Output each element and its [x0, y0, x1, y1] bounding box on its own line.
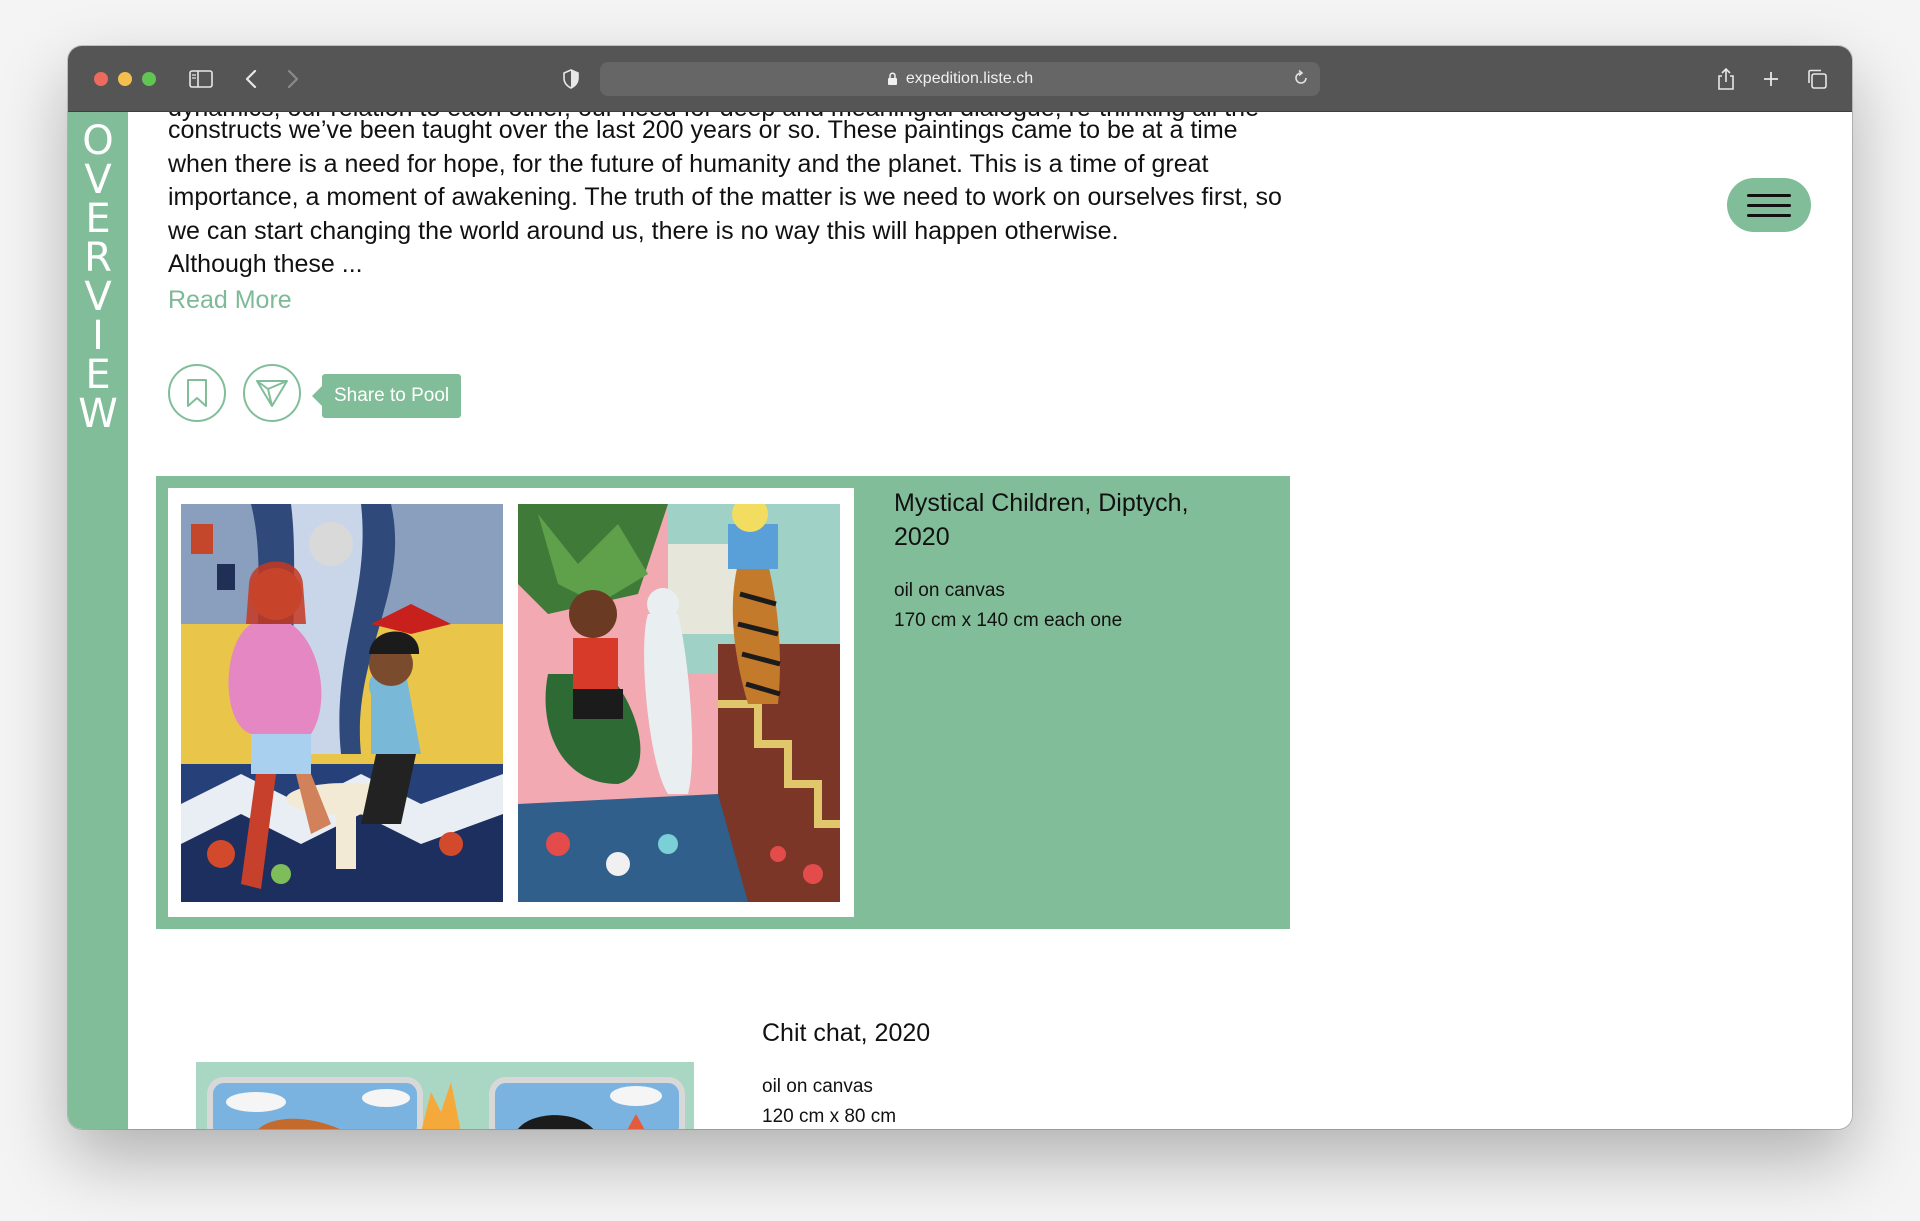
artwork-medium: oil on canvas — [894, 580, 1005, 601]
overview-letter: I — [92, 313, 104, 359]
page-content: O V E R V I E W dynamics, our relation t… — [68, 112, 1852, 1129]
artwork-details: oil on canvas 120 cm x 80 cm — [762, 1072, 896, 1129]
overview-letter: E — [85, 352, 111, 398]
sidebar-toggle-icon[interactable] — [186, 64, 216, 94]
read-more-link[interactable]: Read More — [168, 286, 292, 315]
menu-icon-bar — [1747, 193, 1791, 197]
menu-icon-bar — [1747, 203, 1791, 207]
overview-letter: V — [84, 157, 112, 203]
artwork-image[interactable] — [196, 1062, 694, 1129]
overview-letter: V — [84, 274, 112, 320]
url-text: expedition.liste.ch — [905, 70, 1034, 87]
browser-window: expedition.liste.ch O V E R V I E W cons… — [68, 46, 1852, 1129]
artwork-details: oil on canvas 170 cm x 140 cm each one — [894, 576, 1122, 636]
bookmark-icon — [187, 379, 207, 407]
browser-toolbar: expedition.liste.ch — [68, 46, 1852, 112]
tab-overview-icon[interactable] — [1802, 64, 1832, 94]
statement-line: we can start changing the world around u… — [168, 216, 1119, 245]
overview-letter: R — [84, 235, 112, 281]
artwork-image-frame[interactable] — [168, 488, 854, 917]
share-icon[interactable] — [1711, 64, 1741, 94]
artwork-dimensions: 120 cm x 80 cm — [762, 1106, 897, 1127]
artwork-title: Chit chat, 2020 — [762, 1019, 931, 1047]
overview-label: O V E R V I E W — [68, 118, 128, 437]
artwork-image-right-panel — [518, 504, 840, 902]
send-icon — [256, 380, 288, 407]
hamburger-menu-button[interactable] — [1727, 178, 1811, 232]
address-bar[interactable]: expedition.liste.ch — [600, 62, 1320, 96]
overview-letter: W — [78, 391, 118, 437]
lock-icon — [887, 72, 898, 86]
overview-sidebar[interactable]: O V E R V I E W — [68, 112, 128, 1129]
reload-icon[interactable] — [1292, 69, 1310, 92]
forward-icon[interactable] — [278, 64, 308, 94]
artist-statement: dynamics, our relation to each other, ou… — [168, 112, 1328, 282]
privacy-shield-icon[interactable] — [556, 64, 586, 94]
statement-line: Although these ... — [168, 250, 363, 278]
artwork-card[interactable]: Mystical Children, Diptych, 2020 oil on … — [156, 476, 1290, 929]
artwork-title: Mystical Children, Diptych, 2020 — [894, 489, 1189, 551]
minimize-window-button[interactable] — [118, 72, 132, 86]
statement-line: importance, a moment of awakening. The t… — [168, 183, 1282, 211]
overview-letter: O — [82, 118, 114, 164]
menu-icon-bar — [1747, 213, 1791, 217]
statement-line: when there is a need for hope, for the f… — [168, 149, 1209, 178]
close-window-button[interactable] — [94, 72, 108, 86]
back-icon[interactable] — [236, 64, 266, 94]
share-to-pool-tooltip: Share to Pool — [311, 374, 462, 418]
bookmark-button[interactable] — [168, 364, 226, 422]
artwork-dimensions: 170 cm x 140 cm each one — [894, 610, 1123, 631]
zoom-window-button[interactable] — [142, 72, 156, 86]
overview-letter: E — [85, 196, 111, 242]
artwork-image-left-panel — [181, 504, 503, 902]
share-to-pool-button[interactable] — [243, 364, 301, 422]
statement-cutoff-line: dynamics, our relation to each other, ou… — [168, 112, 1259, 126]
artwork-medium: oil on canvas — [762, 1076, 873, 1097]
new-tab-icon[interactable] — [1756, 64, 1786, 94]
